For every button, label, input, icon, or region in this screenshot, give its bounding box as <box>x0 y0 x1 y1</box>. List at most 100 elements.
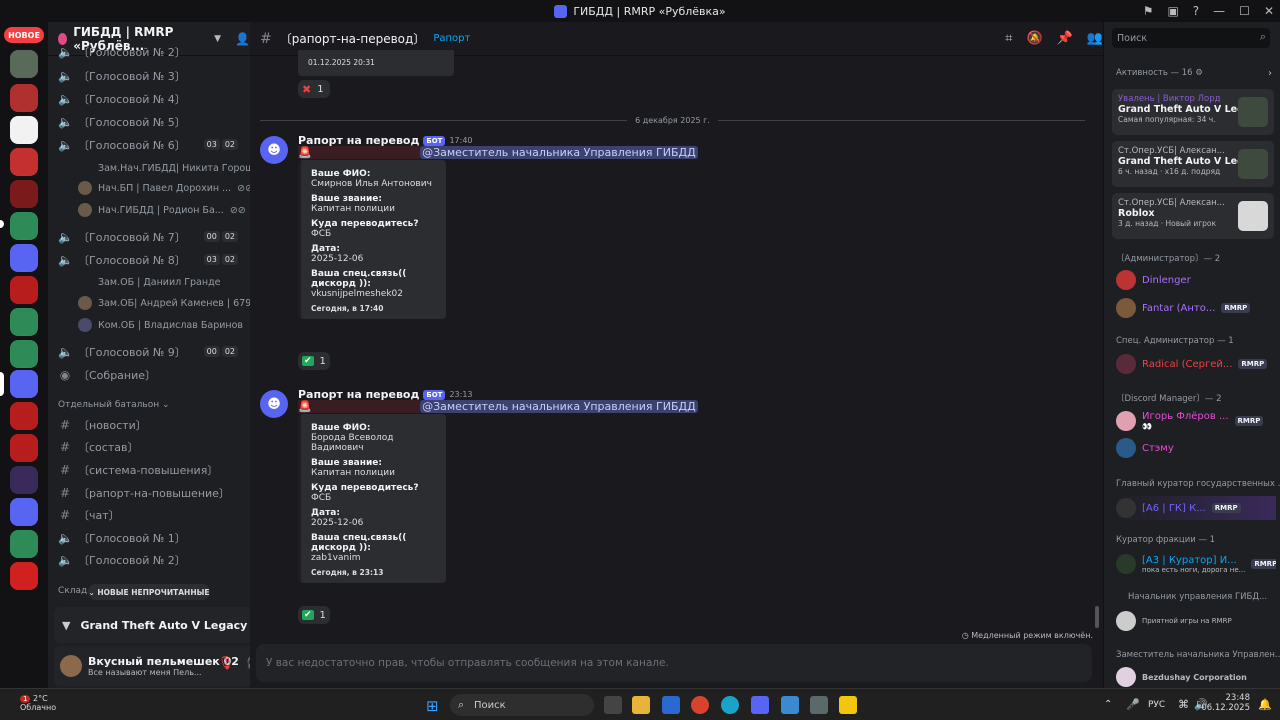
bot-avatar[interactable]: ☻ <box>260 136 288 164</box>
server-icon[interactable] <box>10 402 38 430</box>
voice-channel[interactable]: 🔈 〔Голосовой № 4〕 <box>58 89 186 109</box>
screen-icon[interactable]: ▣ <box>1167 4 1178 18</box>
new-badge[interactable]: НОВОЕ <box>4 27 44 43</box>
category-label[interactable]: Отдельный батальон ⌄ <box>58 400 170 410</box>
category-label[interactable]: Склад <box>58 586 87 596</box>
voice-channel[interactable]: 🔈 〔Голосовой № 6〕 <box>58 135 186 155</box>
reaction-check[interactable]: ✔ 1 <box>298 352 330 370</box>
app-icon[interactable] <box>810 696 828 714</box>
server-icon[interactable] <box>10 276 38 304</box>
tray-chevron-icon[interactable]: ⌃ <box>1104 699 1112 710</box>
weather-widget[interactable]: 1 2°C Облачно <box>20 694 56 712</box>
activity-bar[interactable]: ▼ Grand Theft Auto V Legacy ▭ <box>54 607 250 643</box>
server-icon[interactable] <box>10 498 38 526</box>
new-unread-button[interactable]: ⌄ НОВЫЕ НЕПРОЧИТАННЫЕ <box>88 584 210 600</box>
text-channel[interactable]: # 〔состав〕 <box>58 437 139 457</box>
bot-avatar[interactable]: ☻ <box>260 390 288 418</box>
network-icon[interactable]: ⌘ <box>1178 698 1189 711</box>
members-icon[interactable]: 👥 <box>1087 31 1103 46</box>
voice-user[interactable]: Зам.ОБ| Андрей Каменев | 679-1... <box>78 293 250 313</box>
member-row[interactable]: Dinlenger <box>1116 268 1276 292</box>
voice-user[interactable]: Ком.ОБ | Владислав Баринов <box>78 315 243 335</box>
channel-topic[interactable]: Рапорт <box>433 33 470 44</box>
user-panel[interactable]: Вкусный пельмешек 02 Все называют меня П… <box>54 646 250 686</box>
role-mention[interactable]: @Заместитель начальника Управления ГИБДД <box>420 146 698 159</box>
member-row[interactable]: Приятной игры на RMRP <box>1116 608 1276 634</box>
server-icon[interactable] <box>10 84 38 112</box>
member-row[interactable]: [А6 | ГК] К... RMRP <box>1116 496 1276 520</box>
notifications-muted-icon[interactable]: 🔕 <box>1026 31 1042 46</box>
chrome-icon[interactable] <box>691 696 709 714</box>
message-input[interactable]: У вас недостаточно прав, чтобы отправлят… <box>256 644 1092 682</box>
voice-user[interactable]: Зам.ОБ | Даниил Гранде <box>98 272 221 292</box>
file-explorer-icon[interactable] <box>632 696 650 714</box>
store-icon[interactable] <box>662 696 680 714</box>
server-icon[interactable] <box>10 212 38 240</box>
app-icon[interactable] <box>839 696 857 714</box>
server-icon[interactable] <box>10 370 38 398</box>
role-mention[interactable]: @Заместитель начальника Управления ГИБДД <box>420 400 698 413</box>
windows-start-icon[interactable]: ⊞ <box>426 697 439 715</box>
task-view-icon[interactable] <box>604 696 622 714</box>
taskbar-search[interactable]: Поиск <box>450 694 594 716</box>
stage-channel[interactable]: ◉ 〔Собрание〕 <box>58 365 156 385</box>
notifications-icon[interactable]: 🔔 <box>1258 698 1272 711</box>
member-row[interactable]: [А3 | Куратор] И... пока есть ноги, дорог… <box>1116 551 1276 577</box>
server-icon[interactable] <box>10 562 38 590</box>
scrollbar[interactable] <box>1095 606 1099 628</box>
text-channel[interactable]: # 〔чат〕 <box>58 505 120 525</box>
reaction-cross[interactable]: ✖ 1 <box>298 80 330 98</box>
activity-card[interactable]: Ст.Опер.УСБ| Алексан... Roblox 3 д. наза… <box>1112 193 1274 239</box>
voice-user[interactable]: Нач.БП | Павел Дорохин ... ⊘⊘ <box>78 178 250 198</box>
mic-muted-icon[interactable]: 🎙 <box>218 656 235 671</box>
server-icon[interactable] <box>10 116 38 144</box>
voice-channel[interactable]: 🔈 〔Голосовой № 3〕 <box>58 66 186 86</box>
pin-icon[interactable]: 📌 <box>1057 31 1073 46</box>
add-member-icon[interactable]: 👤 <box>235 32 250 46</box>
server-icon[interactable] <box>10 530 38 558</box>
mic-icon[interactable]: 🎤 <box>1126 698 1140 711</box>
threads-icon[interactable]: ⌗ <box>1005 31 1012 46</box>
member-row[interactable]: Игорь Флёров ... 👀 RMRP <box>1116 408 1276 434</box>
server-icon[interactable] <box>10 148 38 176</box>
language-indicator[interactable]: РУС <box>1148 700 1165 710</box>
voice-user[interactable]: Зам.Нач.ГИБДД| Никита Горош... <box>98 158 250 178</box>
activity-card[interactable]: Увалень | Виктор Лорд Grand Theft Auto V… <box>1112 89 1274 135</box>
maximize-button[interactable]: ☐ <box>1239 4 1250 18</box>
help-icon[interactable]: ? <box>1193 4 1199 18</box>
server-icon[interactable] <box>10 466 38 494</box>
edge-icon[interactable] <box>721 696 739 714</box>
app-icon[interactable] <box>781 696 799 714</box>
server-icon[interactable] <box>10 50 38 78</box>
inbox-icon[interactable]: ⚑ <box>1143 4 1154 18</box>
text-channel[interactable]: # 〔система-повышения〕 <box>58 460 218 480</box>
member-row[interactable]: Bezdushay Corporation <box>1116 666 1276 688</box>
voice-channel[interactable]: 🔈 〔Голосовой № 2〕 <box>58 42 186 62</box>
voice-channel[interactable]: 🔈 〔Голосовой № 7〕 <box>58 227 186 247</box>
avatar[interactable] <box>60 655 82 677</box>
voice-channel[interactable]: 🔈 〔Голосовой № 8〕 <box>58 250 186 270</box>
chevron-right-icon[interactable]: › <box>1268 68 1272 79</box>
voice-channel[interactable]: 🔈 〔Голосовой № 2〕 <box>58 550 186 570</box>
minimize-button[interactable]: — <box>1213 4 1225 18</box>
voice-channel[interactable]: 🔈 〔Голосовой № 9〕 <box>58 342 186 362</box>
clock[interactable]: 23:48 06.12.2025 <box>1201 693 1250 713</box>
voice-channel[interactable]: 🔈 〔Голосовой № 5〕 <box>58 112 186 132</box>
discord-taskbar-icon[interactable] <box>751 696 769 714</box>
voice-channel[interactable]: 🔈 〔Голосовой № 1〕 <box>58 528 186 548</box>
voice-user[interactable]: Нач.ГИБДД | Родион Ба... ⊘⊘ <box>78 200 246 220</box>
text-channel[interactable]: # 〔рапорт-на-повышение〕 <box>58 483 230 503</box>
server-icon[interactable] <box>10 434 38 462</box>
close-button[interactable]: ✕ <box>1264 4 1274 18</box>
server-icon[interactable] <box>10 244 38 272</box>
text-channel[interactable]: # 〔новости〕 <box>58 415 147 435</box>
server-icon[interactable] <box>10 180 38 208</box>
reaction-check[interactable]: ✔ 1 <box>298 606 330 624</box>
member-row[interactable]: Fantar (Анто... RMRP <box>1116 296 1276 320</box>
member-row[interactable]: Стэму <box>1116 436 1276 460</box>
gear-icon[interactable]: ⚙ <box>1195 68 1203 78</box>
server-icon[interactable] <box>10 340 38 368</box>
search-input[interactable]: Поиск ⌕ <box>1112 28 1270 48</box>
server-icon[interactable] <box>10 308 38 336</box>
activity-card[interactable]: Ст.Опер.УСБ| Алексан... Grand Theft Auto… <box>1112 141 1274 187</box>
